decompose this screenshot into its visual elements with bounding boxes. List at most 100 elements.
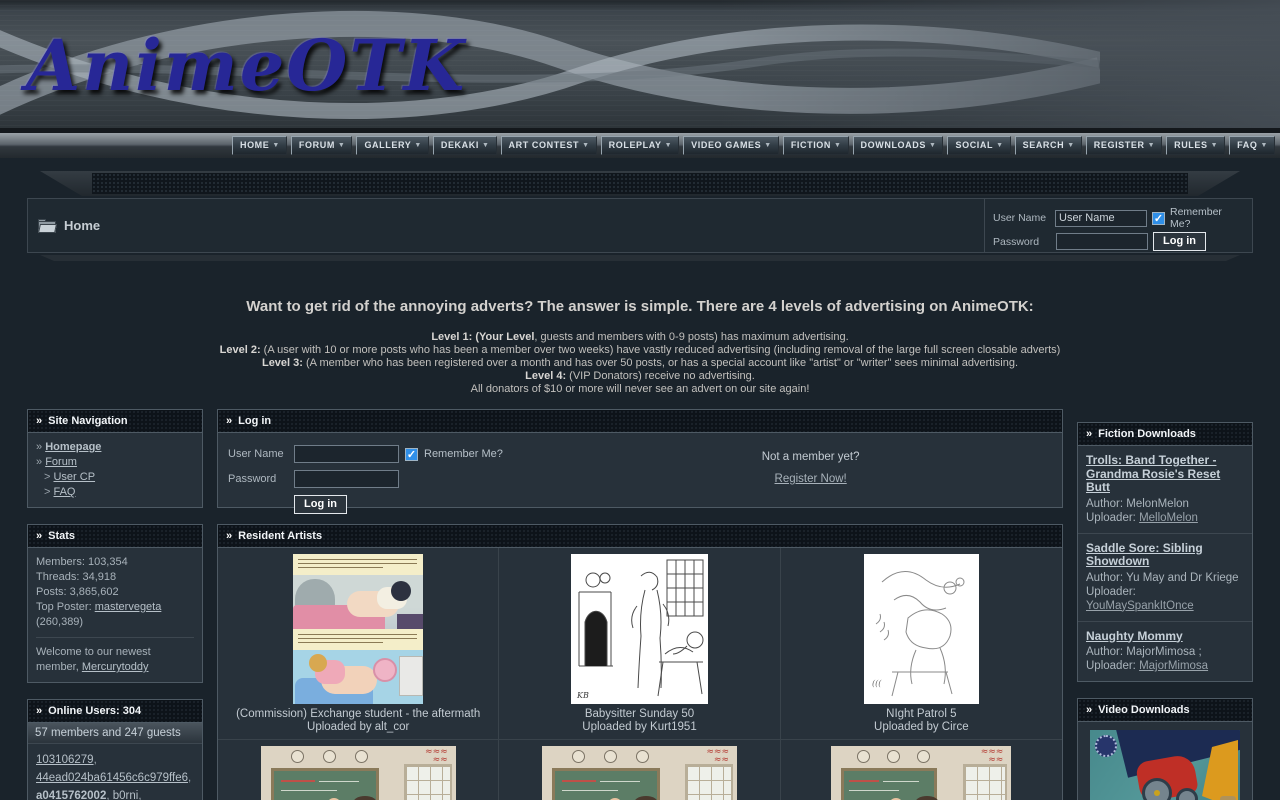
right-sidebar: » Fiction Downloads Trolls: Band Togethe… [1077,422,1253,800]
artwork-thumbnail[interactable] [293,554,423,704]
artwork-thumbnail[interactable]: ((( [864,554,979,704]
password-input[interactable] [294,470,399,488]
online-user-link[interactable]: 44ead024ba61456c6c979ffe6 [36,772,188,784]
quick-login-form: User Name ✓ Remember Me? Password Log in [984,199,1252,252]
fiction-uploader-link[interactable]: MajorMimosa [1139,660,1208,672]
page-title: Home [64,218,100,233]
chevron-down-icon: ▼ [1260,142,1268,149]
chevron-down-icon: ▼ [764,142,772,149]
username-label: User Name [993,212,1050,224]
artwork-caption: NIght Patrol 5 [785,708,1058,721]
site-logo: AnimeOTK [26,24,466,107]
online-user-link[interactable]: b0rni [113,790,139,800]
remember-me-label: Remember Me? [424,448,503,460]
nav-button-register[interactable]: REGISTER▼ [1086,136,1162,155]
nav-button-art-contest[interactable]: ART CONTEST▼ [501,136,597,155]
chevron-down-icon: ▼ [996,142,1004,149]
video-watermark [1220,796,1236,800]
chevron-down-icon: ▼ [482,142,490,149]
artist-item: (Commission) Exchange student - the afte… [218,548,499,740]
password-label: Password [993,236,1051,248]
advert-notice: Want to get rid of the annoying adverts?… [0,298,1280,396]
newest-member-link[interactable]: Mercurytoddy [82,661,149,673]
panel-header-arrow: » [36,705,42,717]
login-button[interactable]: Log in [294,495,347,514]
stat-top-poster: Top Poster: mastervegeta [36,600,194,615]
nav-button-gallery[interactable]: GALLERY▼ [356,136,428,155]
nav-button-home[interactable]: HOME▼ [232,136,287,155]
login-button[interactable]: Log in [1153,232,1206,251]
site-nav-line: > FAQ [36,485,194,500]
artwork-uploader: Uploaded by Circe [785,721,1058,734]
stat-posts: Posts: 3,865,602 [36,585,194,600]
nav-button-rules[interactable]: RULES▼ [1166,136,1225,155]
artwork-signature: ≈≈≈≈≈ [394,748,448,764]
artist-item: ≈≈≈≈≈ [499,740,780,800]
nav-button-fiction[interactable]: FICTION▼ [783,136,849,155]
top-poster-link[interactable]: mastervegeta [95,601,162,613]
artwork-uploader: Uploaded by alt_cor [222,721,494,734]
online-user-link[interactable]: a0415762002 [36,790,106,800]
banner-edge [0,128,1280,133]
login-panel: » Log in User Name ✓ Remember Me? Passwo… [217,409,1063,508]
fiction-uploader-link[interactable]: MelloMelon [1139,512,1198,524]
artwork-caption: (Commission) Exchange student - the afte… [222,708,494,721]
breadcrumb: Home [28,199,984,252]
main-nav-bar: HOME▼FORUM▼GALLERY▼ DEKAKI▼ART CONTEST▼RO… [0,133,1280,158]
notice-level-3: Level 3: (A member who has been register… [0,357,1280,370]
panel-header-arrow: » [36,415,42,427]
nav-button-video-games[interactable]: VIDEO GAMES▼ [683,136,779,155]
site-navigation-title: Site Navigation [48,415,127,427]
sidebar-link-homepage[interactable]: Homepage [45,441,101,453]
artwork-thumbnail[interactable]: ≈≈≈≈≈ [831,746,1011,800]
fiction-title-link[interactable]: Naughty Mommy [1086,630,1244,644]
nav-button-forum[interactable]: FORUM▼ [291,136,353,155]
fiction-uploader-link[interactable]: YouMaySpankItOnce [1086,600,1194,612]
fiction-item: Saddle Sore: Sibling ShowdownAuthor: Yu … [1078,534,1252,622]
remember-me-checkbox[interactable]: ✓ [405,448,418,461]
sidebar-link-user-cp[interactable]: User CP [53,471,95,483]
password-input[interactable] [1056,233,1148,250]
nav-button-search[interactable]: SEARCH▼ [1015,136,1082,155]
chevron-down-icon: ▼ [338,142,346,149]
online-users-panel: » Online Users: 304 57 members and 247 g… [27,699,203,800]
site-nav-line: > User CP [36,470,194,485]
chevron-down-icon: ▼ [414,142,422,149]
register-now-link[interactable]: Register Now! [775,473,847,485]
nav-button-social[interactable]: SOCIAL▼ [947,136,1010,155]
online-users-title: Online Users: 304 [48,705,141,717]
nav-button-faq[interactable]: FAQ▼ [1229,136,1275,155]
notice-title: Want to get rid of the annoying adverts?… [0,298,1280,315]
video-downloads-panel: » Video Downloads Tu Seras un Taxi, Mon … [1077,698,1253,800]
online-user-link[interactable]: 103106279 [36,754,94,766]
video-thumbnail[interactable] [1090,730,1240,800]
artist-item: ≈≈≈≈≈ [781,740,1062,800]
fiction-title-link[interactable]: Saddle Sore: Sibling Showdown [1086,542,1244,569]
main-content: » Log in User Name ✓ Remember Me? Passwo… [217,409,1063,800]
artwork-thumbnail[interactable]: ≈≈≈≈≈ [261,746,456,800]
svg-text:(((: ((( [872,679,882,688]
register-block: Not a member yet? Register Now! [691,451,931,487]
artwork-thumbnail[interactable]: ≈≈≈≈≈ [542,746,737,800]
site-navigation-panel: » Site Navigation » Homepage» Forum> Use… [27,409,203,508]
decorative-ribbon [40,171,1240,196]
nav-button-dekaki[interactable]: DEKAKI▼ [433,136,497,155]
artwork-thumbnail[interactable]: KB [571,554,708,704]
fiction-downloads-panel: » Fiction Downloads Trolls: Band Togethe… [1077,422,1253,682]
nav-button-roleplay[interactable]: ROLEPLAY▼ [601,136,680,155]
chevron-down-icon: ▼ [1067,142,1075,149]
username-input[interactable] [294,445,399,463]
remember-me-checkbox[interactable]: ✓ [1152,212,1165,225]
nav-button-downloads[interactable]: DOWNLOADS▼ [853,136,944,155]
chevron-down-icon: ▼ [834,142,842,149]
remember-me-label: Remember Me? [1170,206,1244,230]
sidebar-link-forum[interactable]: Forum [45,456,77,468]
fiction-title-link[interactable]: Trolls: Band Together - Grandma Rosie's … [1086,454,1244,495]
panel-header-arrow: » [36,530,42,542]
video-downloads-header: » Video Downloads [1078,699,1252,722]
artist-item: KB Babysitter Sunday 50 Uploaded by Kurt… [499,548,780,740]
username-input[interactable] [1055,210,1147,227]
panel-header-arrow: » [1086,704,1092,716]
home-folder-icon [38,219,56,233]
sidebar-link-faq[interactable]: FAQ [53,486,75,498]
